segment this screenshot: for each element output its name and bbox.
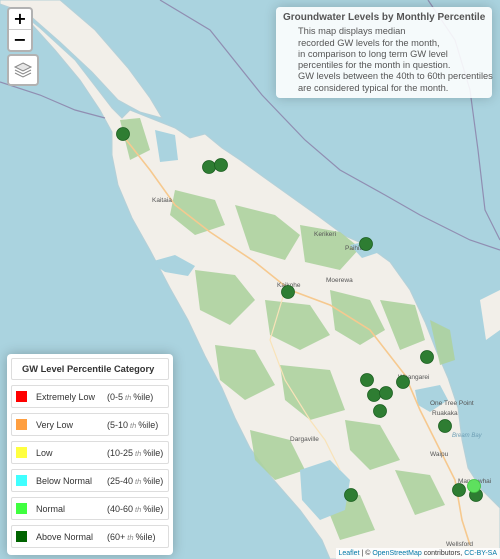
- legend-range: (60+ th %ile): [107, 532, 156, 542]
- site-marker[interactable]: [367, 388, 381, 402]
- license-link[interactable]: CC-BY-SA: [464, 550, 497, 557]
- site-marker[interactable]: [379, 386, 393, 400]
- site-marker[interactable]: [452, 483, 466, 497]
- legend: GW Level Percentile Category Extremely L…: [7, 354, 173, 555]
- legend-range: (25-40 th %ile): [107, 476, 164, 486]
- site-marker[interactable]: [202, 160, 216, 174]
- info-title: Groundwater Levels by Monthly Percentile: [283, 12, 486, 23]
- site-marker[interactable]: [396, 375, 410, 389]
- place-label: Moerewa: [326, 277, 353, 284]
- info-panel: Groundwater Levels by Monthly Percentile…: [276, 7, 493, 99]
- site-marker[interactable]: [420, 350, 434, 364]
- site-marker[interactable]: [214, 158, 228, 172]
- place-label: Ruakaka: [432, 410, 458, 417]
- zoom-out-button[interactable]: −: [9, 29, 31, 50]
- site-marker[interactable]: [116, 127, 130, 141]
- legend-range: (10-25 th %ile): [107, 448, 164, 458]
- site-marker[interactable]: [467, 479, 481, 493]
- site-marker[interactable]: [373, 404, 387, 418]
- site-marker[interactable]: [359, 237, 373, 251]
- legend-swatch: [16, 531, 27, 542]
- site-marker[interactable]: [281, 285, 295, 299]
- place-label: Kaitaia: [152, 197, 172, 204]
- place-label: Bream Bay: [452, 433, 483, 439]
- map[interactable]: Kaitaia Kerikeri Paihia Kaikohe Moerewa …: [0, 0, 500, 559]
- place-label: Waipu: [430, 451, 449, 458]
- osm-link[interactable]: OpenStreetMap: [372, 550, 421, 557]
- site-marker[interactable]: [360, 373, 374, 387]
- legend-label: Below Normal: [36, 476, 93, 486]
- legend-swatch: [16, 447, 27, 458]
- legend-swatch: [16, 475, 27, 486]
- attribution-separator: | ©: [359, 550, 373, 557]
- legend-item-very-low: Very Low (5-10 th %ile): [11, 413, 169, 436]
- place-label: Wellsford: [446, 541, 473, 548]
- place-label: One Tree Point: [430, 400, 474, 407]
- legend-label: Very Low: [36, 420, 74, 430]
- site-marker[interactable]: [344, 488, 358, 502]
- legend-item-low: Low (10-25 th %ile): [11, 441, 169, 464]
- info-line: are considered typical for the month.: [298, 82, 449, 93]
- place-label: Kerikeri: [314, 231, 336, 238]
- legend-range: (0-5 th %ile): [107, 392, 154, 402]
- leaflet-link[interactable]: Leaflet: [339, 550, 360, 557]
- map-attribution: Leaflet | © OpenStreetMap contributors, …: [335, 548, 500, 559]
- legend-swatch: [16, 419, 27, 430]
- zoom-in-button[interactable]: +: [9, 9, 31, 29]
- legend-label: Above Normal: [36, 532, 94, 542]
- legend-label: Normal: [36, 504, 66, 514]
- legend-item-below-normal: Below Normal (25-40 th %ile): [11, 469, 169, 492]
- layers-button[interactable]: [7, 54, 39, 86]
- legend-label: Low: [36, 448, 53, 458]
- layers-icon: [13, 62, 33, 78]
- legend-swatch: [16, 503, 27, 514]
- legend-swatch: [16, 391, 27, 402]
- legend-item-normal: Normal (40-60 th %ile): [11, 497, 169, 520]
- info-line: GW levels between the 40th to 60th perce…: [298, 71, 493, 82]
- info-line: in comparison to long term GW level: [298, 48, 448, 59]
- info-line: percentiles for the month in question.: [298, 60, 451, 71]
- legend-label: Extremely Low: [36, 392, 96, 402]
- legend-title: GW Level Percentile Category: [11, 358, 169, 380]
- info-line: This map displays median: [298, 26, 406, 37]
- zoom-control: + −: [7, 7, 33, 52]
- legend-item-above-normal: Above Normal (60+ th %ile): [11, 525, 169, 548]
- legend-range: (5-10 th %ile): [107, 420, 159, 430]
- legend-range: (40-60 th %ile): [107, 504, 164, 514]
- place-label: Dargaville: [290, 436, 319, 443]
- site-marker[interactable]: [438, 419, 452, 433]
- attribution-text: contributors,: [421, 550, 465, 557]
- legend-item-extremely-low: Extremely Low (0-5 th %ile): [11, 385, 169, 408]
- info-line: recorded GW levels for the month,: [298, 37, 440, 48]
